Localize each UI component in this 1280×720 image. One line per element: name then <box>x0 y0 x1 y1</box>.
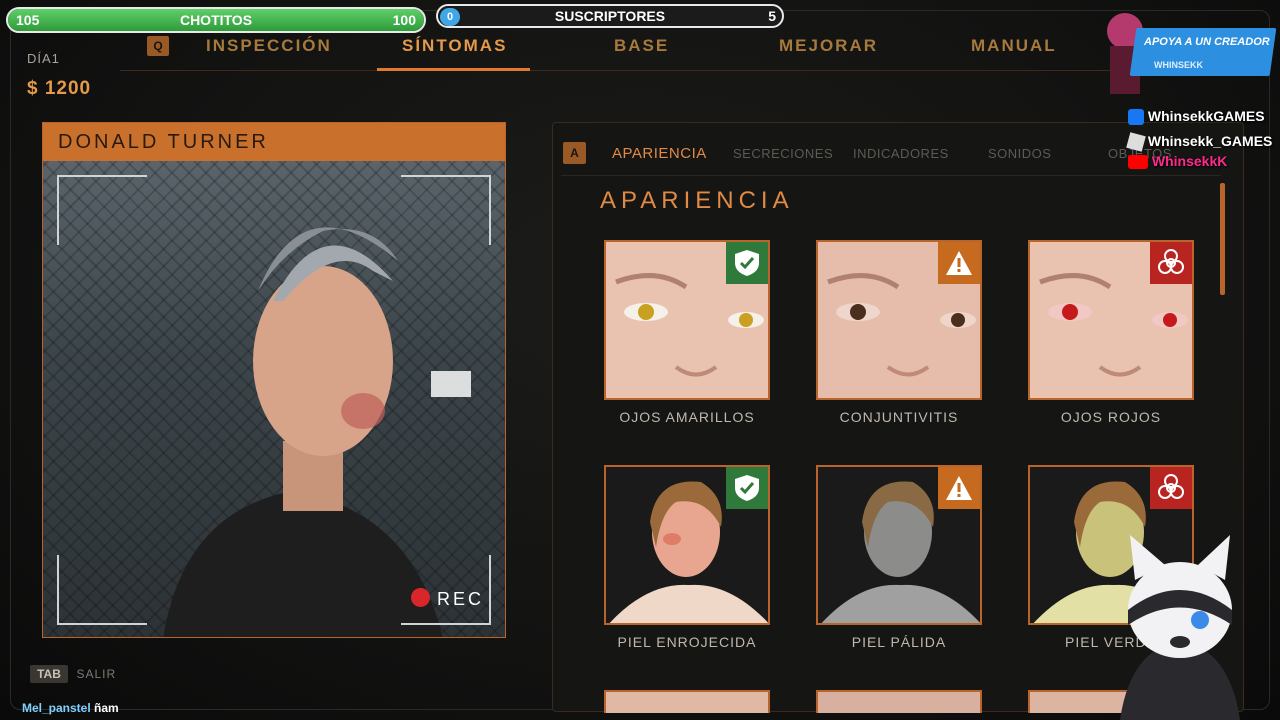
rec-indicator-icon <box>411 588 430 607</box>
facebook-link[interactable]: WhinsekkGAMES <box>1128 108 1265 126</box>
chat-text: ñam <box>94 701 119 715</box>
subtab-apariencia[interactable]: APARIENCIA <box>612 145 707 162</box>
day-label: DÍA1 <box>27 51 60 66</box>
symptom-card-partial[interactable] <box>604 690 770 713</box>
active-tab-indicator <box>377 68 530 71</box>
rec-label: REC <box>437 589 485 609</box>
tab-manual[interactable]: MANUAL <box>971 36 1057 56</box>
symptom-label: PIEL ENROJECIDA <box>617 634 757 650</box>
symptom-card-piel-palida[interactable] <box>816 465 982 625</box>
symptom-card-conjuntivitis[interactable] <box>816 240 982 400</box>
shield-check-icon <box>726 467 768 509</box>
patient-name: DONALD TURNER <box>58 131 269 153</box>
subtab-sonidos[interactable]: SONIDOS <box>988 146 1051 161</box>
section-title: APARIENCIA <box>600 187 794 214</box>
warning-icon <box>938 467 980 509</box>
roblox-link[interactable]: Whinsekk_GAMES <box>1126 132 1273 153</box>
patient-header: DONALD TURNER <box>43 123 505 161</box>
scrollbar[interactable] <box>1220 183 1225 295</box>
chat-message: Mel_panstel ñam <box>22 701 119 715</box>
key-q: Q <box>147 36 169 56</box>
exit-label: SALIR <box>76 667 117 681</box>
subtab-indicadores[interactable]: INDICADORES <box>853 146 949 161</box>
patient-camera-view: REC <box>43 161 505 637</box>
tab-base[interactable]: BASE <box>614 36 669 56</box>
biohazard-icon <box>1150 242 1192 284</box>
promo-title: APOYA A UN CREADOR <box>1144 36 1270 48</box>
viewfinder-corner-tl <box>57 175 147 245</box>
nav-divider <box>120 70 1120 71</box>
subs-goal-bar: 0 SUSCRIPTORES 5 <box>436 4 784 28</box>
warning-icon <box>938 242 980 284</box>
chat-user: Mel_panstel <box>22 701 91 715</box>
key-a: A <box>563 142 586 164</box>
viewfinder-corner-tr <box>401 175 491 245</box>
facebook-label: WhinsekkGAMES <box>1147 108 1265 124</box>
youtube-icon <box>1128 155 1148 170</box>
money-display: $ 1200 <box>27 78 92 99</box>
symptom-card-piel-enrojecida[interactable] <box>604 465 770 625</box>
roblox-icon <box>1126 132 1146 153</box>
tab-inspeccion[interactable]: INSPECCIÓN <box>206 36 332 56</box>
key-tab: TAB <box>30 665 68 683</box>
youtube-link[interactable]: WhinsekkK <box>1128 153 1228 170</box>
exit-hint[interactable]: TAB SALIR <box>30 665 116 683</box>
subs-end: 5 <box>768 8 776 24</box>
biohazard-icon <box>1150 467 1192 509</box>
symptom-card-partial[interactable] <box>816 690 982 713</box>
symptom-label: OJOS ROJOS <box>1060 409 1162 425</box>
goal-label: CHOTITOS <box>179 12 253 28</box>
subtab-divider <box>561 175 1221 176</box>
subs-label: SUSCRIPTORES <box>554 8 666 24</box>
youtube-label: WhinsekkK <box>1151 153 1228 169</box>
roblox-label: Whinsekk_GAMES <box>1147 133 1273 149</box>
symptom-label: CONJUNTIVITIS <box>839 409 959 425</box>
tab-sintomas[interactable]: SÍNTOMAS <box>402 36 507 56</box>
symptom-label: OJOS AMARILLOS <box>619 409 755 425</box>
promo-handle: WHINSEKK <box>1154 60 1203 70</box>
shield-check-icon <box>726 242 768 284</box>
symptom-label: PIEL PÁLIDA <box>851 634 947 650</box>
tab-mejorar[interactable]: MEJORAR <box>779 36 878 56</box>
symptom-card-ojos-amarillos[interactable] <box>604 240 770 400</box>
chotitos-goal-bar: 105 CHOTITOS 100 <box>6 7 426 33</box>
vtuber-avatar-icon <box>1120 535 1240 720</box>
goal-end: 100 <box>392 12 416 28</box>
patient-panel: DONALD TURNER REC <box>42 122 506 638</box>
viewfinder-corner-bl <box>57 555 147 625</box>
facebook-icon <box>1128 109 1144 126</box>
symptom-card-ojos-rojos[interactable] <box>1028 240 1194 400</box>
subtab-secreciones[interactable]: SECRECIONES <box>733 146 833 161</box>
